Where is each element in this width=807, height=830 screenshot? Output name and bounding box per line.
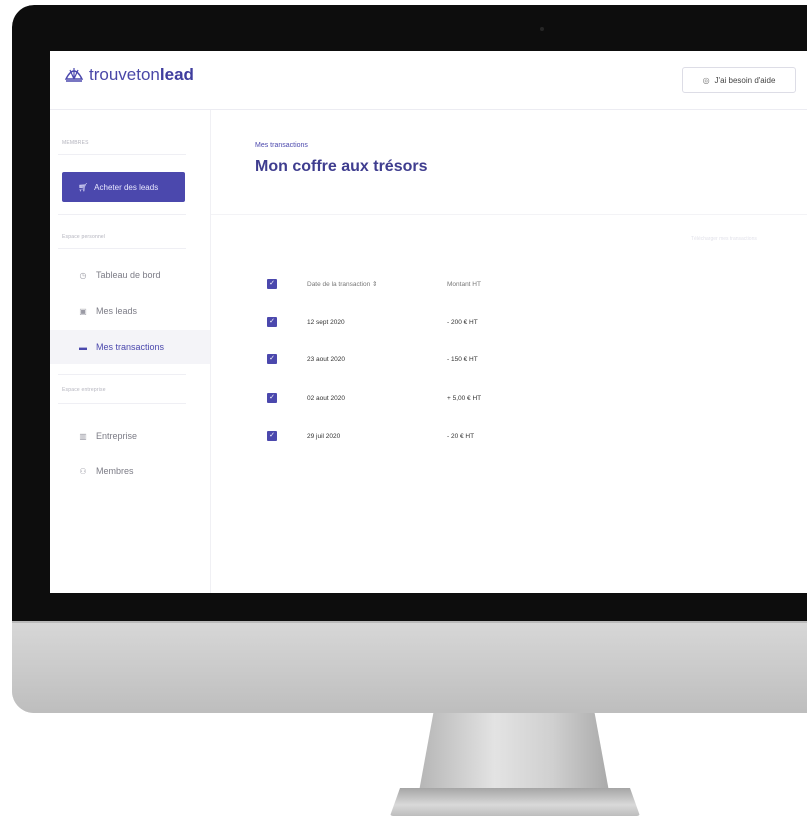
sidebar-item-leads[interactable]: ▣ Mes leads — [50, 294, 210, 328]
sidebar-item-label: Mes transactions — [96, 342, 165, 352]
sidebar-item-company[interactable]: ▥ Entreprise — [50, 419, 210, 453]
sidebar-item-label: Entreprise — [96, 431, 138, 441]
sidebar-divider — [58, 154, 186, 155]
transactions-icon: ▬ — [79, 342, 87, 352]
row-checkbox[interactable]: ✓ — [267, 317, 277, 327]
sidebar-item-dashboard[interactable]: ◷ Tableau de bord — [50, 258, 210, 292]
row-checkbox[interactable]: ✓ — [267, 393, 277, 403]
download-transactions-link[interactable]: Télécharger mes transactions — [691, 236, 757, 242]
transaction-date: 23 aout 2020 — [307, 355, 345, 363]
sidebar-divider — [58, 374, 186, 375]
row-checkbox[interactable]: ✓ — [267, 431, 277, 441]
brand-name-light: trouveton — [89, 65, 160, 84]
monitor-stand — [418, 713, 610, 797]
table-row: ✓ 02 aout 2020 + 5,00 € HT — [267, 388, 567, 408]
page-header: Mes transactions Mon coffre aux trésors — [211, 110, 807, 215]
imac-monitor: trouveton lead ◎ J'ai besoin d'aide MEMBR… — [12, 5, 807, 713]
table-header-row: ✓ Date de la transaction ⇕ Montant HT — [267, 274, 567, 294]
column-header-amount: Montant HT — [447, 280, 481, 288]
help-button-label: J'ai besoin d'aide — [714, 75, 776, 85]
sidebar-section-company: Espace entreprise — [62, 387, 106, 393]
main-content: Mes transactions Mon coffre aux trésors … — [211, 110, 807, 593]
sidebar-item-members[interactable]: ⚇ Membres — [50, 454, 210, 488]
logo-shell-icon — [64, 68, 84, 82]
column-header-date[interactable]: Date de la transaction ⇕ — [307, 280, 377, 288]
select-all-checkbox[interactable]: ✓ — [267, 279, 277, 289]
sidebar-divider — [58, 214, 186, 215]
brand-logo[interactable]: trouveton lead — [64, 65, 194, 85]
page-title: Mon coffre aux trésors — [255, 158, 428, 175]
sidebar-section-personal: Espace personnel — [62, 234, 106, 240]
table-row: ✓ 23 aout 2020 - 150 € HT — [267, 349, 567, 369]
camera-dot — [540, 27, 544, 31]
transaction-date: 29 juil 2020 — [307, 432, 341, 440]
help-button[interactable]: ◎ J'ai besoin d'aide — [682, 67, 796, 93]
sidebar-item-label: Membres — [96, 466, 134, 476]
app-screen: trouveton lead ◎ J'ai besoin d'aide MEMBR… — [50, 51, 807, 593]
cart-icon: 🛒︎ — [78, 182, 89, 192]
sidebar-section-members: MEMBRES — [62, 140, 89, 146]
help-circle-icon: ◎ — [702, 75, 710, 85]
monitor-stand-base — [390, 788, 640, 816]
dashboard-icon: ◷ — [79, 270, 87, 280]
table-row: ✓ 12 sept 2020 - 200 € HT — [267, 312, 567, 332]
transaction-amount: - 200 € HT — [447, 318, 478, 326]
row-checkbox[interactable]: ✓ — [267, 354, 277, 364]
table-row: ✓ 29 juil 2020 - 20 € HT — [267, 426, 567, 446]
sidebar-divider — [58, 248, 186, 249]
building-icon: ▥ — [79, 431, 87, 441]
transaction-amount: + 5,00 € HT — [447, 394, 482, 402]
sidebar: MEMBRES 🛒︎ Acheter des leads Espace pers… — [50, 110, 211, 593]
brand-name-bold: lead — [159, 65, 194, 84]
monitor-bezel: trouveton lead ◎ J'ai besoin d'aide MEMBR… — [12, 5, 807, 621]
transaction-date: 02 aout 2020 — [307, 394, 345, 402]
sidebar-item-transactions[interactable]: ▬ Mes transactions — [50, 330, 210, 364]
transaction-amount: - 20 € HT — [447, 432, 475, 440]
transaction-amount: - 150 € HT — [447, 355, 478, 363]
breadcrumb[interactable]: Mes transactions — [255, 142, 308, 149]
monitor-chin — [12, 621, 807, 713]
sidebar-item-label: Tableau de bord — [96, 270, 161, 280]
sidebar-item-label: Mes leads — [96, 306, 138, 316]
sidebar-divider — [58, 403, 186, 404]
transaction-date: 12 sept 2020 — [307, 318, 345, 326]
top-bar: trouveton lead ◎ J'ai besoin d'aide — [50, 51, 807, 110]
buy-leads-button[interactable]: 🛒︎ Acheter des leads — [62, 172, 185, 202]
buy-leads-label: Acheter des leads — [94, 182, 159, 192]
leads-icon: ▣ — [79, 306, 87, 316]
members-icon: ⚇ — [79, 466, 87, 476]
